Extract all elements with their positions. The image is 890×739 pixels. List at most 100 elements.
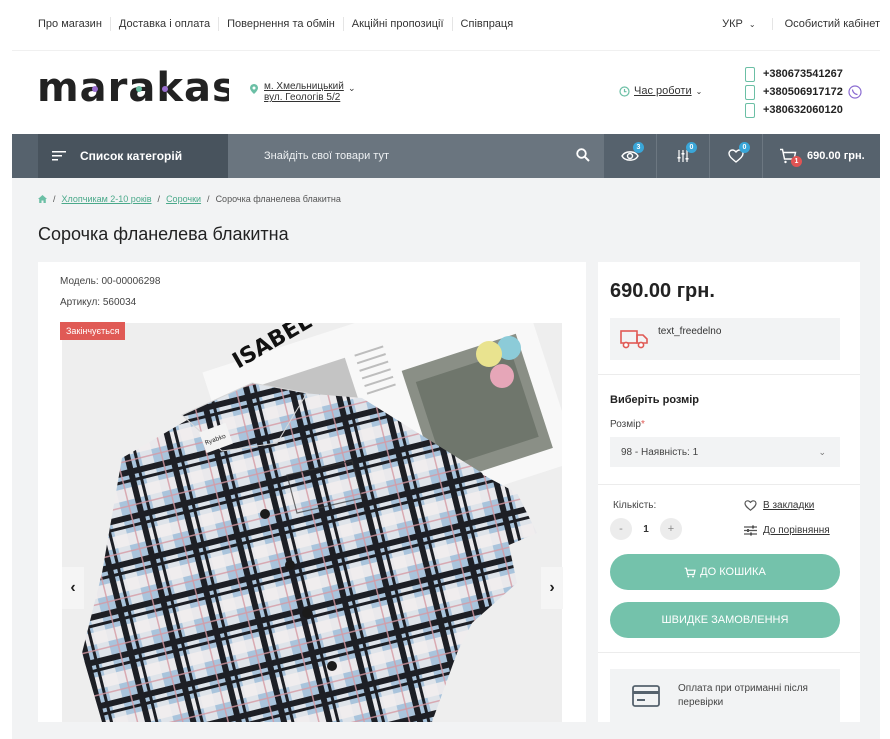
site-header: marakas м. Хмельницький вул. Геологів 5/…	[12, 50, 880, 135]
working-hours[interactable]: Час роботи ⌄	[619, 85, 702, 97]
phone-row[interactable]: +380673541267	[745, 65, 843, 83]
mobile-phone-icon	[745, 102, 755, 118]
chevron-right-icon: ›	[549, 579, 555, 596]
quantity-stepper: - 1 +	[610, 518, 682, 540]
logo-text: marakas	[37, 69, 229, 109]
viewed-count-badge: 3	[633, 142, 644, 153]
required-marker: *	[640, 419, 645, 430]
phone-row[interactable]: +380632060120	[745, 101, 843, 119]
payment-text-line-1: Оплата при отриманні після	[678, 683, 808, 694]
phone-number: +380632060120	[763, 104, 843, 116]
product-photo: ISABEL Ryabko	[62, 323, 562, 722]
product-buy-panel: 690.00 грн. text_freedelno Виберіть розм…	[598, 262, 860, 723]
cart-total: 690.00 грн.	[807, 150, 865, 162]
mobile-phone-icon	[745, 66, 755, 82]
size-select-value: 98 - Наявність: 1	[621, 446, 699, 458]
gallery-prev-button[interactable]: ‹	[62, 567, 84, 609]
mobile-phone-icon	[745, 84, 755, 100]
address-street: вул. Геологів 5/2	[264, 92, 341, 103]
breadcrumb-link[interactable]: Сорочки	[166, 194, 201, 204]
truck-icon	[620, 330, 648, 349]
main-navbar: Список категорій Знайдіть свої товари ту…	[12, 134, 880, 178]
top-nav-promotions[interactable]: Акційні пропозиції	[344, 17, 453, 31]
product-image[interactable]: ISABEL Ryabko	[62, 323, 562, 722]
quantity-decrease-button[interactable]: -	[610, 518, 632, 540]
quick-order-button[interactable]: ШВИДКЕ ЗАМОВЛЕННЯ	[610, 602, 840, 638]
menu-icon	[52, 151, 66, 161]
wishlist-link-label: В закладки	[763, 500, 815, 511]
delivery-info: text_freedelno	[610, 318, 840, 360]
compare-count-badge: 0	[686, 142, 697, 153]
clock-icon	[619, 85, 630, 97]
phone-row[interactable]: +380506917172	[745, 83, 843, 101]
home-icon[interactable]	[38, 195, 47, 203]
breadcrumb: / Хлопчикам 2-10 років / Сорочки / Сороч…	[38, 194, 341, 204]
breadcrumb-link[interactable]: Хлопчикам 2-10 років	[62, 194, 152, 204]
chevron-down-icon: ⌄	[748, 20, 756, 29]
viber-icon[interactable]	[848, 85, 862, 99]
page-title: Сорочка фланелева блакитна	[38, 224, 289, 244]
top-nav-about[interactable]: Про магазин	[12, 17, 111, 31]
delivery-text: text_freedelno	[658, 326, 722, 337]
size-section-heading: Виберіть розмір	[610, 394, 699, 406]
payment-text-line-2: перевірки	[678, 697, 724, 708]
compare-button[interactable]: 0	[657, 134, 710, 178]
product-page: / Хлопчикам 2-10 років / Сорочки / Сороч…	[12, 178, 880, 739]
search-input[interactable]: Знайдіть свої товари тут	[228, 134, 604, 178]
quantity-label: Кількість:	[613, 500, 657, 511]
wishlist-count-badge: 0	[739, 142, 750, 153]
phone-number: +380673541267	[763, 68, 843, 80]
product-model: Модель: 00-00006298	[60, 276, 161, 287]
quantity-value[interactable]: 1	[632, 524, 660, 535]
size-label: Розмір*	[610, 419, 645, 430]
divider	[598, 652, 860, 653]
product-sku: Артикул: 560034	[60, 297, 137, 308]
logo-mark: marakas	[37, 65, 236, 111]
cart-button[interactable]: 1 690.00 грн.	[763, 148, 865, 167]
add-to-cart-label: ДО КОШИКА	[700, 566, 766, 578]
chevron-down-icon: ⌄	[818, 446, 826, 457]
top-nav-delivery[interactable]: Доставка і оплата	[111, 17, 220, 31]
cart-count-badge: 1	[791, 156, 802, 167]
divider	[598, 484, 860, 485]
phone-list: +380673541267 +380506917172 +38063206012…	[745, 65, 843, 119]
address-city: м. Хмельницький	[264, 81, 344, 92]
search-icon[interactable]	[576, 148, 590, 162]
viewed-products-button[interactable]: 3	[604, 134, 657, 178]
size-label-text: Розмір	[610, 419, 641, 430]
chevron-left-icon: ‹	[70, 579, 76, 596]
site-logo[interactable]: marakas	[37, 65, 236, 120]
language-label: УКР	[722, 18, 743, 30]
chevron-down-icon: ⌄	[695, 86, 703, 96]
nav-actions: 3 0 0 1 690.00 грн.	[604, 134, 880, 178]
compare-link-label: До порівняння	[763, 525, 830, 536]
cart-icon	[684, 567, 696, 577]
add-to-wishlist-link[interactable]: В закладки	[744, 500, 814, 511]
add-to-cart-button[interactable]: ДО КОШИКА	[610, 554, 840, 590]
sliders-icon	[744, 525, 757, 536]
phone-number: +380506917172	[763, 86, 843, 98]
payment-info: Оплата при отриманні після перевірки	[610, 669, 840, 723]
product-price: 690.00 грн.	[610, 280, 715, 302]
account-link[interactable]: Особистий кабінет	[773, 18, 880, 30]
wishlist-button[interactable]: 0	[710, 134, 763, 178]
quick-order-label: ШВИДКЕ ЗАМОВЛЕННЯ	[661, 614, 789, 626]
gallery-next-button[interactable]: ›	[541, 567, 563, 609]
language-selector[interactable]: УКР ⌄	[706, 18, 773, 30]
top-nav: Про магазин Доставка і оплата Повернення…	[12, 17, 521, 31]
add-to-compare-link[interactable]: До порівняння	[744, 525, 830, 536]
heart-icon	[744, 500, 757, 511]
size-select[interactable]: 98 - Наявність: 1 ⌄	[610, 437, 840, 467]
top-bar: Про магазин Доставка і оплата Повернення…	[12, 0, 880, 48]
sale-badge: Закінчується	[60, 322, 126, 340]
divider	[598, 374, 860, 375]
breadcrumb-current: Сорочка фланелева блакитна	[215, 194, 341, 204]
working-hours-label: Час роботи	[634, 85, 692, 97]
categories-button[interactable]: Список категорій	[38, 134, 228, 178]
top-nav-cooperation[interactable]: Співпраця	[453, 17, 522, 31]
location-pin-icon	[250, 84, 258, 94]
top-nav-returns[interactable]: Повернення та обмін	[219, 17, 344, 31]
chevron-down-icon: ⌄	[348, 83, 356, 93]
product-gallery-card: Модель: 00-00006298 Артикул: 560034 ISAB…	[38, 262, 586, 722]
quantity-increase-button[interactable]: +	[660, 518, 682, 540]
